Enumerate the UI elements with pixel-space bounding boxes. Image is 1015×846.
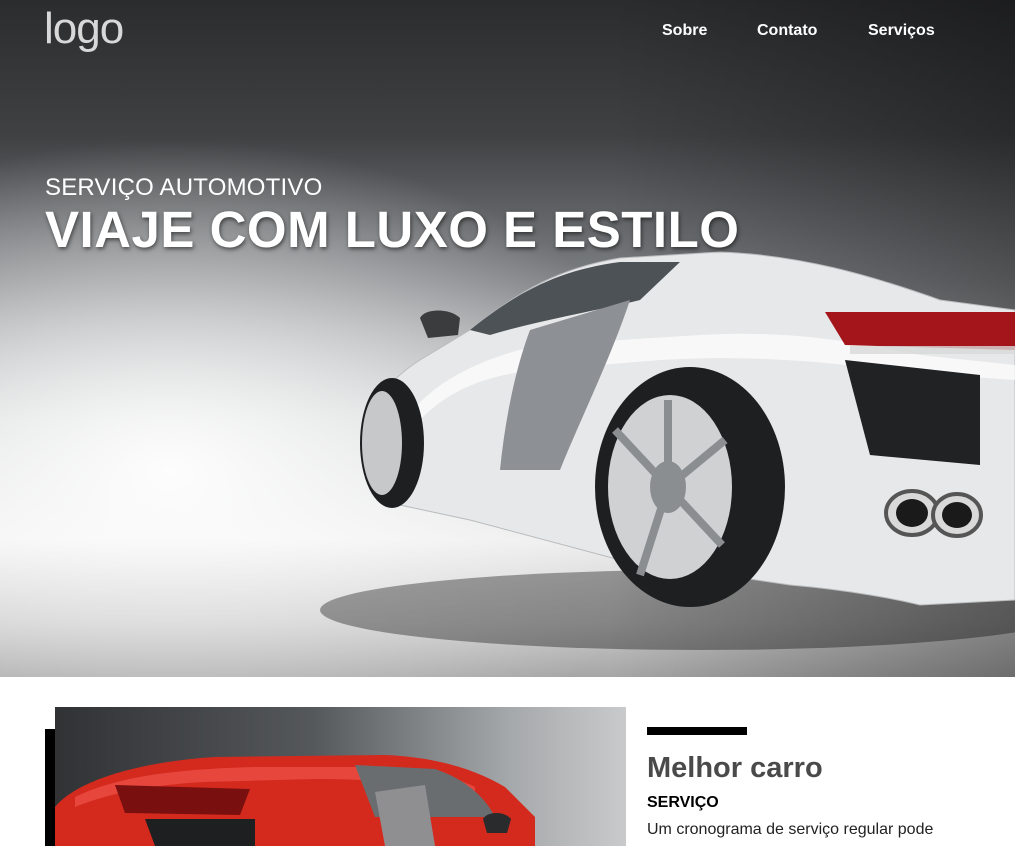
car-front-wheel-rim (362, 391, 402, 495)
red-car-rear-grille (145, 819, 255, 846)
red-car-photo (55, 707, 626, 846)
car-mirror (420, 310, 460, 338)
feature-text: Um cronograma de serviço regular pode (647, 821, 934, 838)
hero-section: logo Sobre Contato Serviços SERVIÇO AUTO… (0, 0, 1015, 677)
section-accent-bar (647, 727, 747, 735)
nav-link-sobre[interactable]: Sobre (662, 22, 707, 40)
red-sports-car-image (55, 755, 535, 846)
red-car-blade (375, 785, 435, 846)
car-tail-light (825, 312, 1015, 350)
feature-subtitle: SERVIÇO (647, 794, 719, 811)
hero-subtitle: SERVIÇO AUTOMOTIVO (45, 174, 323, 201)
nav-link-servicos[interactable]: Serviços (868, 22, 935, 40)
red-car-tail-light (115, 785, 250, 815)
white-sports-car-image (320, 251, 1015, 650)
feature-title: Melhor carro (647, 752, 823, 784)
nav-link-contato[interactable]: Contato (757, 22, 817, 40)
hero-title: VIAJE COM LUXO E ESTILO (45, 201, 740, 258)
main-nav: Sobre Contato Serviços (0, 22, 1015, 42)
car-tail-light-strip (850, 346, 1015, 354)
red-car-mirror (483, 813, 511, 833)
